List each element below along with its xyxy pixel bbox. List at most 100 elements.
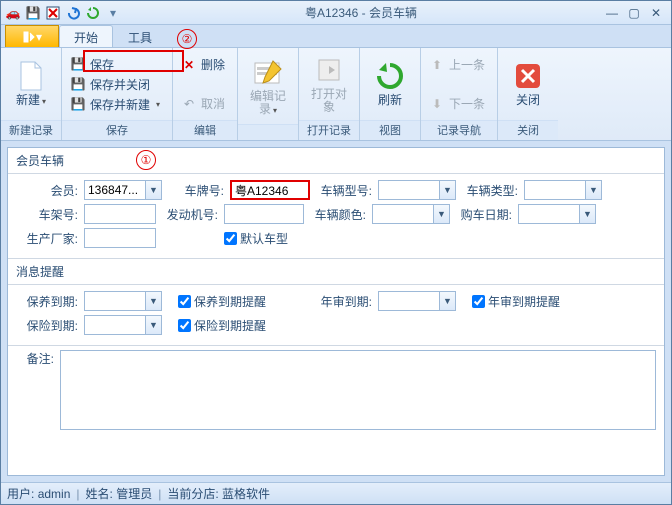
status-user-value: admin bbox=[38, 487, 71, 501]
group-title-close: 关闭 bbox=[498, 120, 558, 140]
type-combo-arrow[interactable]: ▼ bbox=[586, 180, 602, 200]
maximize-button[interactable]: ▢ bbox=[627, 6, 641, 20]
qat-refresh-icon[interactable] bbox=[85, 5, 101, 21]
group-title-save: 保存 bbox=[62, 120, 172, 140]
inspect-due-label: 年审到期: bbox=[314, 293, 374, 310]
ribbon: 新建 新建记录 💾保存 💾保存并关闭 💾保存并新建 保存 ✕删除 bbox=[1, 47, 671, 141]
inspect-due-input[interactable] bbox=[378, 291, 440, 311]
save-and-close-button[interactable]: 💾保存并关闭 bbox=[68, 75, 166, 94]
delete-button[interactable]: ✕删除 bbox=[179, 55, 231, 74]
save-and-new-button[interactable]: 💾保存并新建 bbox=[68, 95, 166, 114]
quick-access-toolbar: 🚗 💾 ▾ bbox=[1, 5, 125, 21]
save-close-icon: 💾 bbox=[70, 76, 86, 92]
group-new-record: 新建 新建记录 bbox=[1, 48, 62, 140]
refresh-button[interactable]: 刷新 bbox=[366, 58, 414, 109]
tab-start[interactable]: 开始 bbox=[59, 25, 113, 47]
qat-customize-icon[interactable]: ▾ bbox=[105, 5, 121, 21]
buydate-label: 购车日期: bbox=[454, 206, 514, 223]
model-combo-arrow[interactable]: ▼ bbox=[440, 180, 456, 200]
type-input[interactable] bbox=[524, 180, 586, 200]
color-input[interactable] bbox=[372, 204, 434, 224]
member-combo-arrow[interactable]: ▼ bbox=[146, 180, 162, 200]
notes-label: 备注: bbox=[16, 350, 56, 367]
maint-remind-checkbox[interactable]: 保养到期提醒 bbox=[178, 293, 266, 310]
inspect-remind-checkbox[interactable]: 年审到期提醒 bbox=[472, 293, 560, 310]
group-save: 💾保存 💾保存并关闭 💾保存并新建 保存 bbox=[62, 48, 173, 140]
close-window-button[interactable]: ✕ bbox=[649, 6, 663, 20]
maker-label: 生产厂家: bbox=[16, 230, 80, 247]
status-name-value: 管理员 bbox=[116, 485, 152, 502]
maint-due-arrow[interactable]: ▼ bbox=[146, 291, 162, 311]
edit-record-icon bbox=[252, 56, 284, 88]
group-edit-record: 编辑记录 bbox=[238, 48, 299, 140]
minimize-button[interactable]: — bbox=[605, 6, 619, 20]
default-model-checkbox[interactable]: 默认车型 bbox=[224, 230, 288, 247]
ins-remind-checkbox[interactable]: 保险到期提醒 bbox=[178, 317, 266, 334]
ribbon-tabs: ▾ 开始 工具 bbox=[1, 25, 671, 47]
member-label: 会员: bbox=[16, 182, 80, 199]
open-object-button: 打开对象 bbox=[305, 52, 353, 116]
group-view: 刷新 视图 bbox=[360, 48, 421, 140]
group-nav: ⬆上一条 ⬇下一条 记录导航 bbox=[421, 48, 498, 140]
vin-input[interactable] bbox=[84, 204, 156, 224]
maint-due-input[interactable] bbox=[84, 291, 146, 311]
new-file-icon bbox=[15, 60, 47, 92]
plate-label: 车牌号: bbox=[166, 182, 226, 199]
engine-label: 发动机号: bbox=[160, 206, 220, 223]
prev-record-button: ⬆上一条 bbox=[427, 55, 491, 74]
close-button[interactable]: 关闭 bbox=[504, 58, 552, 109]
maker-input[interactable] bbox=[84, 228, 156, 248]
group-title-nav: 记录导航 bbox=[421, 120, 497, 140]
ins-due-input[interactable] bbox=[84, 315, 146, 335]
panel-reminder-title: 消息提醒 bbox=[8, 259, 664, 285]
panel-reminder-body: 保养到期: ▼ 保养到期提醒 年审到期: ▼ 年审到期提醒 保险到期: ▼ 保险… bbox=[8, 285, 664, 346]
down-arrow-icon: ⬇ bbox=[429, 96, 445, 112]
status-store-value: 蓝格软件 bbox=[222, 485, 270, 502]
panel-vehicle-body: ① 会员: 136847...▼ 车牌号: 粤A12346 车辆型号: ▼ 车辆… bbox=[8, 174, 664, 259]
status-name-label: 姓名: bbox=[86, 485, 113, 502]
group-edit: ✕删除 ↶取消 编辑 bbox=[173, 48, 238, 140]
buydate-combo-arrow[interactable]: ▼ bbox=[580, 204, 596, 224]
delete-x-icon: ✕ bbox=[181, 57, 197, 73]
group-title-view: 视图 bbox=[360, 120, 420, 140]
group-open: 打开对象 打开记录 bbox=[299, 48, 360, 140]
type-label: 车辆类型: bbox=[460, 182, 520, 199]
notes-textarea[interactable] bbox=[60, 350, 656, 430]
group-title-open: 打开记录 bbox=[299, 120, 359, 140]
window-title: 粤A12346 - 会员车辆 bbox=[125, 4, 597, 21]
color-label: 车辆颜色: bbox=[308, 206, 368, 223]
ins-due-arrow[interactable]: ▼ bbox=[146, 315, 162, 335]
plate-input[interactable]: 粤A12346 bbox=[230, 180, 310, 200]
title-bar: 🚗 💾 ▾ 粤A12346 - 会员车辆 — ▢ ✕ bbox=[1, 1, 671, 25]
status-store-label: 当前分店: bbox=[167, 485, 218, 502]
group-title-edit: 编辑 bbox=[173, 120, 237, 140]
tab-tools[interactable]: 工具 bbox=[113, 25, 167, 47]
panel-vehicle-title: 会员车辆 bbox=[8, 148, 664, 174]
refresh-big-icon bbox=[374, 60, 406, 92]
app-car-icon: 🚗 bbox=[5, 5, 21, 21]
save-button[interactable]: 💾保存 bbox=[68, 55, 166, 74]
qat-undo-icon[interactable] bbox=[65, 5, 81, 21]
inspect-due-arrow[interactable]: ▼ bbox=[440, 291, 456, 311]
qat-delete-icon[interactable] bbox=[45, 5, 61, 21]
status-bar: 用户: admin | 姓名: 管理员 | 当前分店: 蓝格软件 bbox=[1, 482, 671, 504]
cancel-button: ↶取消 bbox=[179, 94, 231, 113]
engine-input[interactable] bbox=[224, 204, 304, 224]
vin-label: 车架号: bbox=[16, 206, 80, 223]
new-button[interactable]: 新建 bbox=[7, 58, 55, 109]
next-record-button: ⬇下一条 bbox=[427, 94, 491, 113]
panel-notes: 备注: bbox=[8, 346, 664, 475]
buydate-input[interactable] bbox=[518, 204, 580, 224]
content-area: 会员车辆 ① 会员: 136847...▼ 车牌号: 粤A12346 车辆型号:… bbox=[7, 147, 665, 476]
save-icon: 💾 bbox=[70, 56, 86, 72]
member-input[interactable]: 136847... bbox=[84, 180, 146, 200]
model-input[interactable] bbox=[378, 180, 440, 200]
close-big-icon bbox=[512, 60, 544, 92]
group-title-edit-record bbox=[238, 124, 298, 140]
edit-record-button: 编辑记录 bbox=[244, 54, 292, 118]
save-new-icon: 💾 bbox=[70, 96, 86, 112]
qat-save-icon[interactable]: 💾 bbox=[25, 5, 41, 21]
model-label: 车辆型号: bbox=[314, 182, 374, 199]
app-button[interactable]: ▾ bbox=[5, 25, 59, 47]
color-combo-arrow[interactable]: ▼ bbox=[434, 204, 450, 224]
